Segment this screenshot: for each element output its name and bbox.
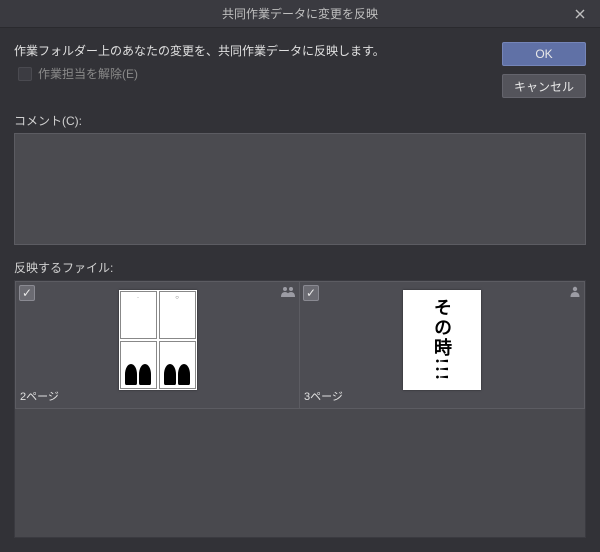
files-pane: ✓ · ○ 2ペ (14, 280, 586, 538)
thumbnail-text: その時!!! (433, 298, 451, 382)
description-text: 作業フォルダー上のあなたの変更を、共同作業データに反映します。 (14, 42, 492, 61)
comment-label: コメント(C): (14, 112, 586, 129)
file-tile[interactable]: ✓ · ○ 2ペ (15, 281, 300, 409)
comment-textarea[interactable] (14, 133, 586, 245)
cancel-button[interactable]: キャンセル (502, 74, 586, 98)
file-checkbox[interactable]: ✓ (303, 285, 319, 301)
file-tile[interactable]: ✓ その時!!! 3ページ (300, 281, 585, 409)
file-checkbox[interactable]: ✓ (19, 285, 35, 301)
close-button[interactable] (560, 0, 600, 28)
checkbox-box-icon (18, 67, 32, 81)
file-thumbnail: その時!!! (403, 290, 481, 390)
users-icon (281, 286, 295, 300)
user-icon (570, 286, 580, 300)
titlebar: 共同作業データに変更を反映 (0, 0, 600, 28)
ok-button[interactable]: OK (502, 42, 586, 66)
file-thumbnail: · ○ (119, 290, 197, 390)
page-label: 3ページ (304, 388, 343, 404)
dialog-title: 共同作業データに変更を反映 (0, 5, 600, 22)
files-label: 反映するファイル: (14, 259, 586, 276)
close-icon (575, 9, 585, 19)
release-assignment-checkbox[interactable]: 作業担当を解除(E) (18, 65, 492, 82)
checkbox-label: 作業担当を解除(E) (38, 65, 138, 82)
page-label: 2ページ (20, 388, 59, 404)
